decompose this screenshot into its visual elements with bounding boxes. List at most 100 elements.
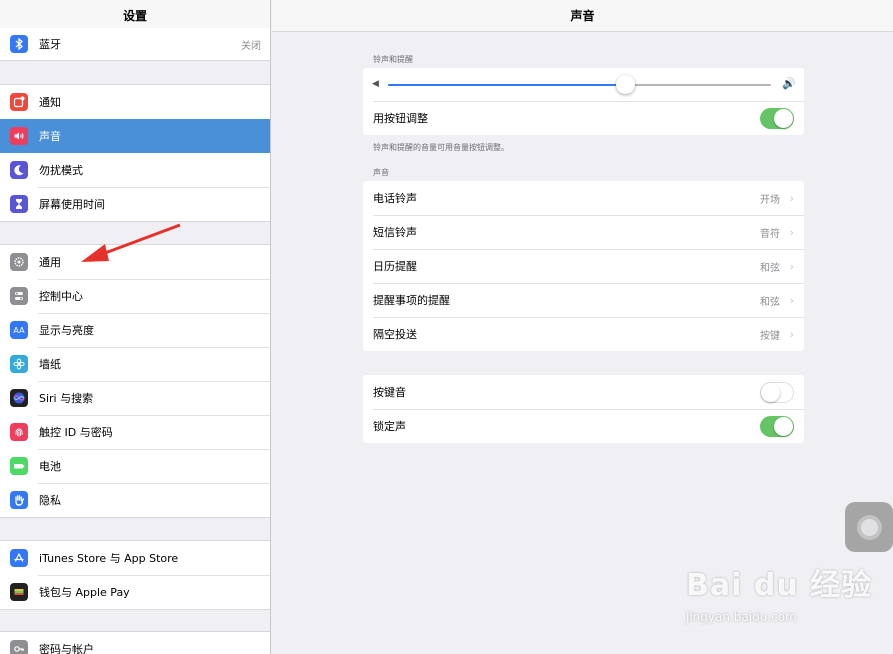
sound-icon [10, 127, 28, 145]
fingerprint-icon [10, 423, 28, 441]
chevron-right-icon: › [789, 225, 794, 239]
text-tone-row[interactable]: 短信铃声 音符 › [363, 215, 804, 249]
sidebar-item-screen-time[interactable]: 屏幕使用时间 [0, 187, 270, 221]
baidu-watermark: Bai du 经验 jingyan.baidu.com [686, 560, 873, 624]
calendar-alerts-row[interactable]: 日历提醒 和弦 › [363, 249, 804, 283]
sidebar-item-label: 钱包与 Apple Pay [39, 586, 130, 599]
reminder-alerts-row[interactable]: 提醒事项的提醒 和弦 › [363, 283, 804, 317]
sidebar-item-label: 密码与帐户 [39, 643, 94, 654]
lock-sound-label: 锁定声 [373, 420, 406, 433]
sidebar-group-stores: iTunes Store 与 App Store 钱包与 Apple Pay [0, 540, 270, 610]
sidebar-group-connectivity: 蓝牙 关闭 [0, 28, 270, 61]
bluetooth-icon [10, 35, 28, 53]
sidebar-item-wallet[interactable]: 钱包与 Apple Pay [0, 575, 270, 609]
chevron-right-icon: › [789, 259, 794, 273]
sidebar-item-label: 声音 [39, 130, 61, 143]
change-with-buttons-label: 用按钮调整 [373, 112, 428, 125]
volume-low-icon: ◀ [372, 79, 379, 89]
calendar-alerts-value: 和弦 [760, 262, 780, 274]
sidebar-item-itunes-app-store[interactable]: iTunes Store 与 App Store [0, 541, 270, 575]
display-brightness-icon: AA [10, 321, 28, 339]
control-center-icon [10, 287, 28, 305]
notifications-icon [10, 93, 28, 111]
chevron-right-icon: › [789, 191, 794, 205]
moon-icon [10, 161, 28, 179]
sidebar-item-label: 显示与亮度 [39, 324, 94, 337]
sidebar-item-wallpaper[interactable]: 墙纸 [0, 347, 270, 381]
lock-sound-row: 锁定声 [363, 409, 804, 443]
watermark-url: jingyan.baidu.com [686, 610, 797, 624]
gear-icon [10, 253, 28, 271]
sidebar-group-accounts: 密码与帐户 [0, 631, 270, 654]
airdrop-value: 按键 [760, 330, 780, 342]
page-title: 声音 [272, 0, 893, 32]
sidebar-item-touch-id[interactable]: 触控 ID 与密码 [0, 415, 270, 449]
toggle-knob [761, 382, 780, 402]
volume-high-icon: 🔊 [782, 77, 796, 90]
ringtone-row[interactable]: 电话铃声 开场 › [363, 181, 804, 215]
wallet-icon [10, 583, 28, 601]
change-with-buttons-toggle[interactable] [760, 107, 794, 129]
watermark-logo-text: Bai du 经验 [686, 568, 873, 603]
section-header-sounds: 声音 [373, 168, 389, 177]
wallpaper-icon [10, 355, 28, 373]
section-header-ringer: 铃声和提醒 [373, 55, 413, 64]
annotation-arrow [81, 223, 181, 262]
sidebar-item-label: 通用 [39, 256, 61, 269]
airdrop-row[interactable]: 隔空投送 按键 › [363, 317, 804, 351]
siri-icon [10, 389, 28, 407]
sidebar-item-label: 蓝牙 [39, 38, 61, 51]
volume-slider-thumb[interactable] [616, 75, 636, 94]
volume-slider[interactable] [388, 75, 771, 94]
sidebar-item-battery[interactable]: 电池 [0, 449, 270, 483]
sidebar-item-siri[interactable]: Siri 与搜索 [0, 381, 270, 415]
battery-icon [10, 457, 28, 475]
sidebar-item-notifications[interactable]: 通知 [0, 85, 270, 119]
sidebar-item-label: 通知 [39, 96, 61, 109]
volume-slider-fill [388, 84, 626, 86]
app-store-icon [10, 549, 28, 567]
assistive-touch-center-icon [861, 519, 878, 536]
keyboard-clicks-toggle[interactable] [760, 381, 794, 403]
sidebar-group-general: 通用 控制中心 AA 显示与亮度 墙纸 Siri 与搜索 触控 ID 与密码 电… [0, 244, 270, 518]
reminder-alerts-label: 提醒事项的提醒 [373, 294, 450, 307]
sidebar-group-notifications: 通知 声音 勿扰模式 屏幕使用时间 [0, 84, 270, 222]
volume-slider-row: ◀ 🔊 [363, 68, 804, 101]
ringer-group: ◀ 🔊 用按钮调整 [363, 68, 804, 135]
airdrop-label: 隔空投送 [373, 328, 417, 341]
keyboard-clicks-label: 按键音 [373, 386, 406, 399]
sidebar-item-passwords-accounts[interactable]: 密码与帐户 [0, 632, 270, 654]
text-tone-value: 音符 [760, 228, 780, 240]
sidebar-item-label: iTunes Store 与 App Store [39, 552, 179, 565]
sidebar-item-label: Siri 与搜索 [39, 392, 94, 405]
sidebar-item-label: 控制中心 [39, 290, 83, 303]
assistive-touch-button[interactable] [845, 502, 893, 552]
sidebar-item-label: 电池 [39, 460, 61, 473]
ringtone-value: 开场 [760, 194, 780, 206]
sidebar-item-label: 隐私 [39, 494, 61, 507]
keyboard-clicks-row: 按键音 [363, 375, 804, 409]
reminder-alerts-value: 和弦 [760, 296, 780, 308]
hand-icon [10, 491, 28, 509]
sidebar-item-label: 勿扰模式 [39, 164, 83, 177]
sidebar-item-display-brightness[interactable]: AA 显示与亮度 [0, 313, 270, 347]
settings-sidebar: 设置 蓝牙 关闭 通知 声音 勿扰模式 屏幕使用时间 通用 控制中心 AA 显示… [0, 0, 271, 654]
toggles-group: 按键音 锁定声 [363, 375, 804, 443]
toggle-knob [774, 416, 793, 436]
bluetooth-status: 关闭 [241, 40, 261, 52]
sidebar-item-label: 触控 ID 与密码 [39, 426, 113, 439]
sounds-group: 电话铃声 开场 › 短信铃声 音符 › 日历提醒 和弦 › 提醒事项的提醒 和弦… [363, 181, 804, 351]
sidebar-item-control-center[interactable]: 控制中心 [0, 279, 270, 313]
sidebar-item-sounds[interactable]: 声音 [0, 119, 270, 153]
sidebar-item-do-not-disturb[interactable]: 勿扰模式 [0, 153, 270, 187]
change-with-buttons-row: 用按钮调整 [363, 101, 804, 135]
text-tone-label: 短信铃声 [373, 226, 417, 239]
lock-sound-toggle[interactable] [760, 415, 794, 437]
sidebar-item-bluetooth[interactable]: 蓝牙 关闭 [0, 28, 270, 60]
calendar-alerts-label: 日历提醒 [373, 260, 417, 273]
ringer-footnote: 铃声和提醒的音量可用音量按钮调整。 [373, 143, 509, 152]
sidebar-item-privacy[interactable]: 隐私 [0, 483, 270, 517]
key-icon [10, 640, 28, 654]
chevron-right-icon: › [789, 293, 794, 307]
chevron-right-icon: › [789, 327, 794, 341]
